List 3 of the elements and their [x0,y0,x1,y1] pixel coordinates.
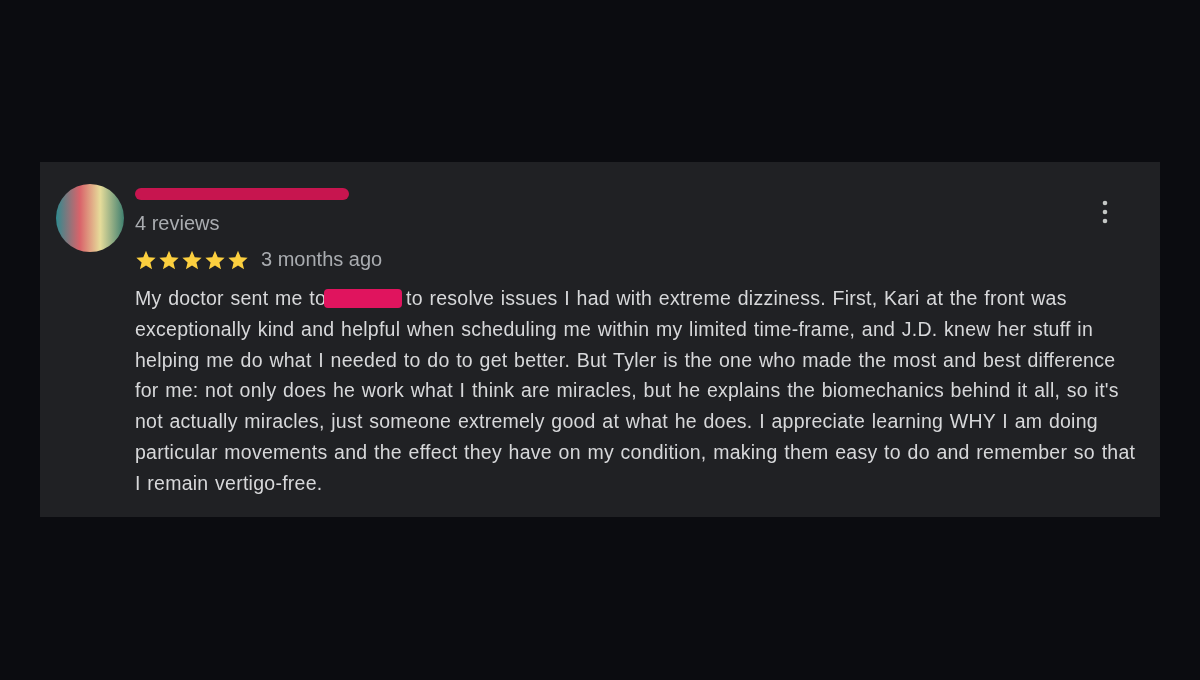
review-count: 4 reviews [135,212,221,235]
more-options-icon[interactable] [1102,200,1108,224]
review-date: 3 months ago [261,248,383,271]
